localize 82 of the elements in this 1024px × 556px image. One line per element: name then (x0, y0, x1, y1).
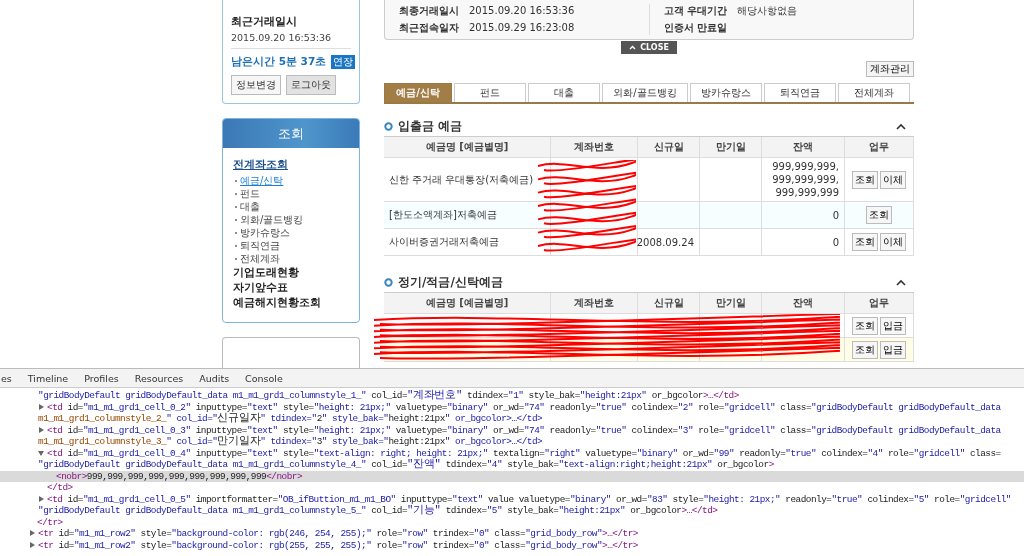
info-value: 2015.09.20 16:53:36 (469, 4, 575, 18)
account-name: [한도소액계좌]저축예금 (389, 208, 497, 222)
ring-bullet-icon (384, 121, 393, 131)
action-button[interactable]: 이체 (880, 170, 906, 189)
edit-info-button[interactable]: 정보변경 (231, 75, 281, 95)
devtools-tab[interactable]: Timeline (20, 372, 76, 384)
code-line[interactable]: m1_m1_grd1_columnstyle_3_" col_id="만기일자" tdindex="3" style_bak="height:21px" or_bgcolor>…</td> (0, 436, 1024, 448)
devtools-tab[interactable]: Profiles (77, 372, 126, 384)
menu-link[interactable]: 예금해지현황조회 (233, 295, 321, 310)
info-label: 인증서 만료일 (663, 21, 727, 35)
submenu-link[interactable]: 예금/신탁 (240, 174, 284, 187)
collapsed-triangle-icon[interactable] (38, 426, 44, 433)
inquiry-button[interactable]: 조회 (852, 233, 878, 251)
devtools-tab[interactable]: es (0, 372, 19, 384)
category-tab[interactable]: 방카슈랑스 (690, 83, 762, 102)
balance: 0 (832, 208, 839, 223)
code-line[interactable]: <tr id="m1_m1_row2" style="background-color: rgb(255, 255, 255);" role="row" trindex="0" class="grid_body_row">…</tr> (0, 539, 1024, 551)
inquiry-button[interactable]: 조회 (852, 316, 878, 335)
inquiry-button[interactable]: 조회 (866, 206, 892, 224)
submenu-link[interactable]: 펀드 (240, 187, 260, 200)
inquiry-button[interactable]: 조회 (852, 170, 878, 189)
submenu-link[interactable]: 퇴직연금 (240, 239, 280, 252)
extend-button[interactable]: 연장 (331, 55, 356, 69)
category-tab[interactable]: 외화/골드뱅킹 (602, 83, 688, 102)
balance: 999,999,999,999,999,999,999,999,999 (771, 160, 839, 200)
action-button[interactable]: 입금 (880, 316, 906, 335)
code-line[interactable]: <td id="m1_m1_grd1_cell_0_3" inputtype="text" style="height: 21px;" valuetype="binary" or_wd="74" readonly="true" colindex="3" role="gridcell" class="gridBodyDefault gridBodyDefault_data (0, 424, 1024, 436)
ring-bullet-icon (384, 277, 393, 287)
balance: 0 (832, 235, 839, 250)
chevron-up-icon[interactable] (896, 278, 906, 286)
code-line[interactable]: <td id="m1_m1_grd1_cell_0_2" inputtype="text" style="height: 21px;" valuetype="binary" or_wd="74" readonly="true" colindex="2" role="gridcell" class="gridBodyDefault gridBodyDefault_data (0, 401, 1024, 413)
last-trade-label: 최근거래일시 (231, 14, 298, 29)
section-title: 입출금 예금 (398, 117, 463, 135)
remaining-time: 남은시간 5분 37초 (231, 55, 327, 69)
menu-group-link[interactable]: 전계좌조회 (233, 158, 288, 172)
account-name: 신한 주거래 우대통장(저축예금) (389, 172, 534, 187)
code-line[interactable]: <td id="m1_m1_grd1_cell_0_5" importformatter="OB_ifButtion_m1_m1_BO" inputtype="text" value valuetype="binary" or_wd="83" style="height: 21px;" readonly="true" colindex="5" role="gridcell" (0, 493, 1024, 505)
menu-link[interactable]: 자기앞수표 (233, 280, 288, 295)
close-button[interactable]: CLOSE (621, 41, 677, 54)
chevron-up-icon (629, 45, 637, 50)
section-title: 정기/적금/신탁예금 (398, 273, 503, 291)
expanded-triangle-icon[interactable] (38, 449, 44, 456)
submenu-link[interactable]: 전체계좌 (240, 252, 280, 265)
category-tab[interactable]: 예금/신탁 (384, 83, 452, 102)
submenu-link[interactable]: 대출 (240, 200, 260, 213)
collapsed-triangle-icon[interactable] (38, 403, 44, 410)
open-date: 2008.09.24 (636, 236, 694, 248)
category-tab[interactable]: 퇴직연금 (764, 83, 836, 102)
category-tab[interactable]: 펀드 (454, 83, 526, 102)
code-line[interactable]: <tr id="m1_m1_row2" style="background-color: rgb(246, 254, 255);" role="row" trindex="0" class="grid_body_row">…</tr> (0, 528, 1024, 540)
code-line[interactable]: <td id="m1_m1_grd1_cell_0_4" inputtype="text" style="text-align: right; height: 21px;" textalign="right" valuetype="binary" or_wd="99" readonly="true" colindex="4" role="gridcell" class= (0, 447, 1024, 459)
inquiry-button[interactable]: 조회 (852, 340, 878, 359)
menu-link[interactable]: 기업도래현황 (233, 265, 299, 280)
devtools-tab[interactable]: Console (238, 372, 290, 384)
code-line[interactable]: </td> (0, 482, 1024, 494)
logout-button[interactable]: 로그아웃 (286, 75, 336, 95)
code-line[interactable]: m1_m1_grd1_columnstyle_2_" col_id="신규일자" tdindex="2" style_bak="height:21px" or_bgcolor>…</td> (0, 413, 1024, 425)
info-label: 최근접속일자 (399, 21, 459, 35)
info-label: 고객 우대기간 (663, 4, 727, 18)
info-label: 최종거래일시 (399, 4, 459, 18)
category-tab[interactable]: 대출 (528, 83, 600, 102)
submenu-link[interactable]: 방카슈랑스 (240, 226, 290, 239)
action-button[interactable]: 입금 (880, 340, 906, 359)
info-value: 2015.09.29 16:23:08 (469, 21, 575, 35)
menu-title: 조회 (223, 119, 359, 148)
action-button[interactable]: 이체 (880, 233, 906, 251)
account-manage-button[interactable]: 계좌관리 (866, 61, 914, 77)
collapsed-triangle-icon[interactable] (29, 541, 35, 548)
info-value: 해당사항없음 (737, 4, 797, 18)
devtools-tab[interactable]: Audits (192, 372, 237, 384)
chevron-up-icon[interactable] (896, 122, 906, 130)
devtools-tab[interactable]: Resources (127, 372, 191, 384)
collapsed-triangle-icon[interactable] (29, 530, 35, 536)
code-line[interactable]: "gridBodyDefault gridBodyDefault_data m1_m1_grd1_columnstyle_4_" col_id="잔액" tdindex="4" style_bak="text-align:right;height:21px" or_bgcolor> (0, 459, 1024, 471)
last-trade-time: 2015.09.20 16:53:36 (231, 32, 351, 49)
submenu-link[interactable]: 외화/골드뱅킹 (240, 213, 304, 226)
category-tab[interactable]: 전체계좌 (838, 83, 910, 102)
account-name: 사이버증권거래저축예금 (389, 235, 499, 249)
code-line[interactable]: "gridBodyDefault gridBodyDefault_data m1_m1_grd1_columnstyle_5_" col_id="기능" tdindex="5" style_bak="height:21px" or_bgcolor>…</td> (0, 505, 1024, 517)
code-line[interactable]: </tr> (0, 516, 1024, 528)
code-line[interactable]: "gridBodyDefault gridBodyDefault_data m1_m1_grd1_columnstyle_1_" col_id="계좌번호" tdindex="1" style_bak="height:21px" or_bgcolor>…</td> (0, 390, 1024, 402)
collapsed-triangle-icon[interactable] (38, 495, 44, 502)
